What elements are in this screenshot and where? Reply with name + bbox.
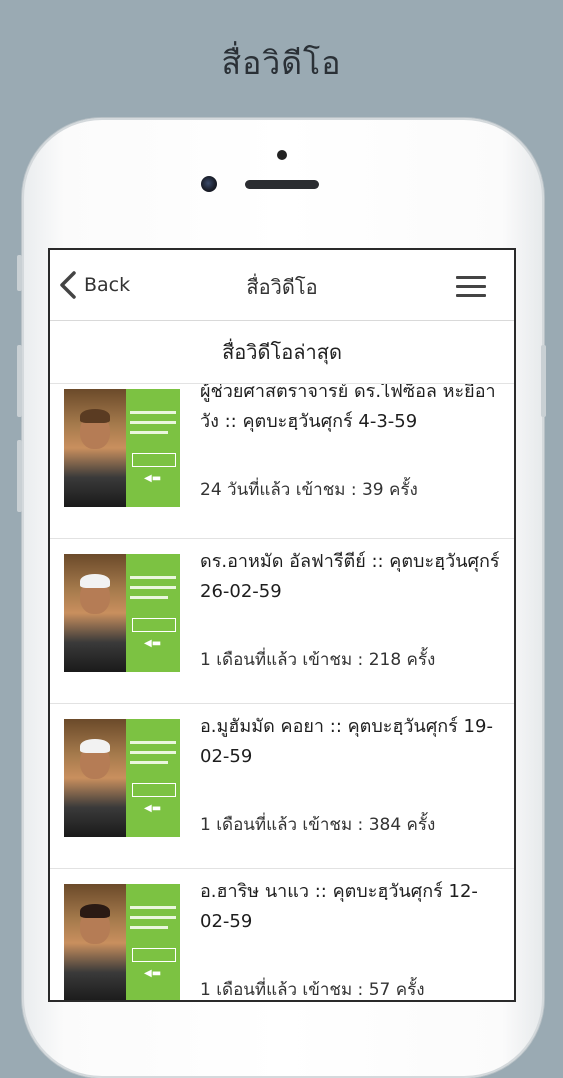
video-meta: 1 เดือนที่แล้ว เข้าชม : 384 ครั้ง (200, 815, 436, 835)
front-camera (201, 176, 217, 192)
back-button[interactable]: Back (58, 268, 130, 302)
video-thumbnail: ◀▬ (64, 884, 180, 1000)
video-meta: 1 เดือนที่แล้ว เข้าชม : 218 ครั้ง (200, 650, 436, 670)
power-button (541, 345, 546, 417)
video-list-item[interactable]: ◀▬ อ.ฮาริษ นาแว :: คุตบะฮฺวันศุกร์ 12-02… (50, 869, 514, 1000)
video-list-item[interactable]: ◀▬ ดร.อาหมัด อัลฟารีตีย์ :: คุตบะฮฺวันศุ… (50, 539, 514, 704)
video-title: ดร.อาหมัด อัลฟารีตีย์ :: คุตบะฮฺวันศุกร์… (200, 551, 500, 602)
volume-up-button (17, 255, 22, 291)
hamburger-menu-icon[interactable] (456, 274, 488, 298)
video-list-item[interactable]: ◀▬ อ.มูฮัมมัด คอยา :: คุตบะฮฺวันศุกร์ 19… (50, 704, 514, 869)
earpiece-speaker (245, 180, 319, 189)
app-screen: Back สื่อวิดีโอ สื่อวิดีโอล่าสุด ◀▬ ผู้ช… (50, 250, 514, 1000)
video-thumbnail: ◀▬ (64, 389, 180, 507)
video-title: ผู้ช่วยศาสตราจารย์ ดร.ไฟซ็อล หะยีอาวัง :… (200, 384, 496, 432)
section-title: สื่อวิดีโอล่าสุด (50, 321, 514, 384)
promo-title: สื่อวิดีโอ (221, 44, 342, 82)
video-list-item[interactable]: ◀▬ ผู้ช่วยศาสตราจารย์ ดร.ไฟซ็อล หะยีอาวั… (50, 384, 514, 539)
video-thumbnail: ◀▬ (64, 719, 180, 837)
video-meta: 1 เดือนที่แล้ว เข้าชม : 57 ครั้ง (200, 980, 425, 1000)
chevron-left-icon (60, 271, 76, 299)
video-thumbnail: ◀▬ (64, 554, 180, 672)
video-title: อ.ฮาริษ นาแว :: คุตบะฮฺวันศุกร์ 12-02-59 (200, 881, 478, 932)
video-title: อ.มูฮัมมัด คอยา :: คุตบะฮฺวันศุกร์ 19-02… (200, 716, 493, 767)
mute-switch (17, 440, 22, 512)
video-list: ◀▬ ผู้ช่วยศาสตราจารย์ ดร.ไฟซ็อล หะยีอาวั… (50, 384, 514, 1000)
back-label: Back (84, 274, 131, 296)
video-meta: 24 วันที่แล้ว เข้าชม : 39 ครั้ง (200, 480, 418, 500)
volume-down-button (17, 345, 22, 417)
proximity-sensor (277, 150, 287, 160)
navigation-bar: Back สื่อวิดีโอ (50, 250, 514, 321)
